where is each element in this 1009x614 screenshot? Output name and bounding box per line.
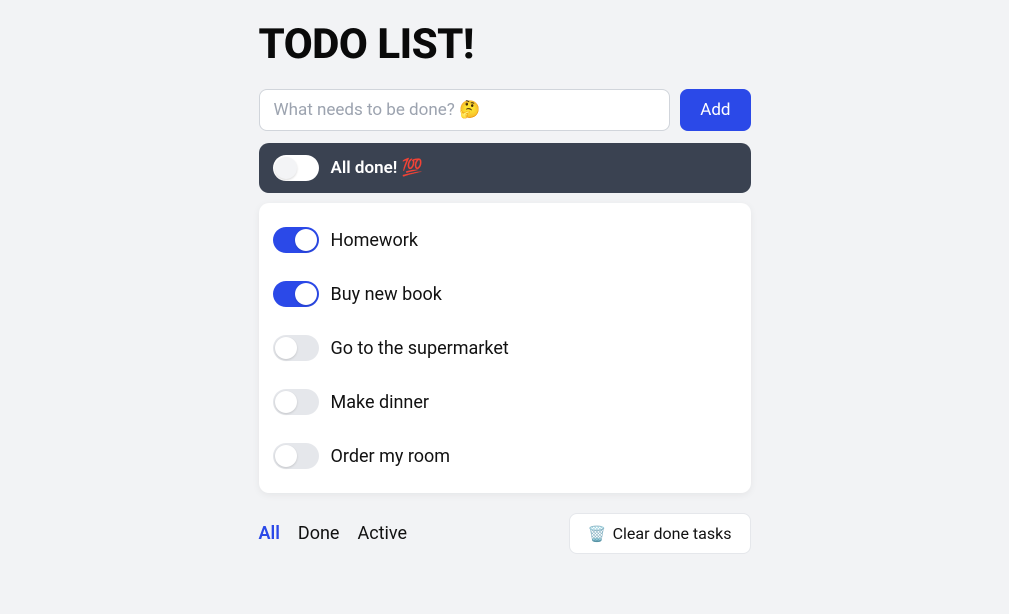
task-row: Order my room	[273, 429, 737, 483]
todo-app: TODO LIST! Add All done! 💯 Homework Buy …	[259, 20, 751, 594]
filter-all[interactable]: All	[259, 523, 280, 544]
clear-button-label: Clear done tasks	[613, 524, 732, 543]
all-done-bar: All done! 💯	[259, 143, 751, 193]
task-row: Homework	[273, 213, 737, 267]
task-row: Go to the supermarket	[273, 321, 737, 375]
task-row: Make dinner	[273, 375, 737, 429]
toggle-knob	[275, 391, 297, 413]
toggle-knob	[275, 157, 297, 179]
all-done-label: All done! 💯	[331, 158, 423, 178]
toggle-knob	[275, 337, 297, 359]
toggle-knob	[295, 283, 317, 305]
filter-active[interactable]: Active	[357, 523, 407, 544]
input-row: Add	[259, 89, 751, 131]
task-row: Buy new book	[273, 267, 737, 321]
task-toggle[interactable]	[273, 443, 319, 469]
trash-icon: 🗑️	[588, 525, 607, 543]
task-toggle[interactable]	[273, 335, 319, 361]
tasks-card: Homework Buy new book Go to the supermar…	[259, 203, 751, 493]
clear-done-button[interactable]: 🗑️ Clear done tasks	[569, 513, 751, 554]
toggle-knob	[275, 445, 297, 467]
task-label: Order my room	[331, 446, 451, 467]
task-label: Go to the supermarket	[331, 338, 509, 359]
task-toggle[interactable]	[273, 281, 319, 307]
task-toggle[interactable]	[273, 227, 319, 253]
task-label: Buy new book	[331, 284, 442, 305]
task-label: Homework	[331, 230, 418, 251]
new-task-input[interactable]	[259, 89, 671, 131]
task-label: Make dinner	[331, 392, 430, 413]
filters: All Done Active	[259, 523, 408, 544]
filter-done[interactable]: Done	[298, 523, 340, 544]
all-done-toggle[interactable]	[273, 155, 319, 181]
page-title: TODO LIST!	[259, 20, 751, 69]
toggle-knob	[295, 229, 317, 251]
footer: All Done Active 🗑️ Clear done tasks	[259, 513, 751, 554]
add-button[interactable]: Add	[680, 89, 750, 131]
task-toggle[interactable]	[273, 389, 319, 415]
